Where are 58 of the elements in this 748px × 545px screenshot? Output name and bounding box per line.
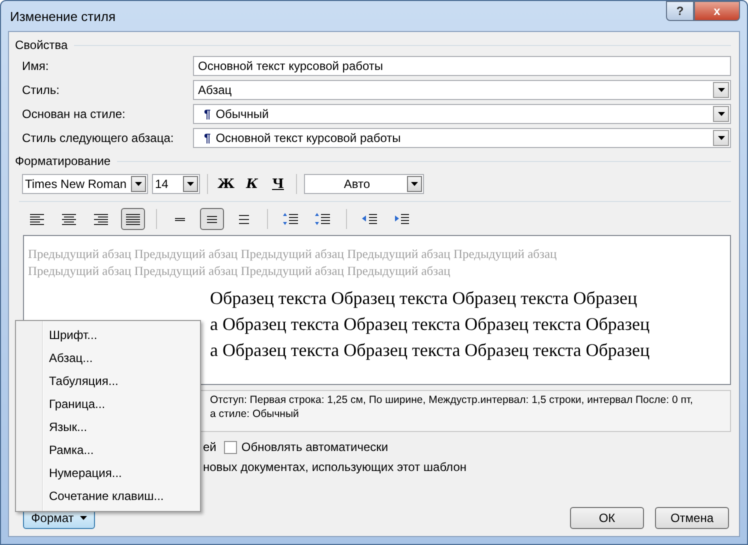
caret-icon (80, 516, 87, 520)
dropdown-arrow-icon (718, 112, 724, 116)
checkbox[interactable] (224, 440, 238, 454)
align-justify-button[interactable] (121, 208, 145, 230)
dropdown-arrow-icon (187, 182, 194, 186)
menu-item[interactable]: Сочетание клавиш... (16, 485, 200, 508)
style-dropdown[interactable]: Абзац (193, 80, 731, 100)
dropdown-arrow-icon (411, 182, 418, 186)
menu-item[interactable]: Табуляция... (16, 370, 200, 393)
align-center-icon (60, 211, 78, 227)
description-text: а стиле: Обычный (210, 407, 300, 421)
bold-button[interactable]: Ж (215, 174, 237, 194)
checkbox-label: Обновлять автоматически (241, 440, 388, 454)
italic-button[interactable]: К (241, 174, 263, 194)
option-text: ей (203, 440, 216, 454)
dropdown-arrow-icon (718, 88, 724, 92)
dropdown-arrow-icon (718, 136, 724, 140)
section-title: Форматирование (15, 154, 111, 168)
space-before-icon (282, 211, 300, 227)
field-label: Основан на стиле: (22, 107, 126, 121)
menu-item[interactable]: Граница... (16, 393, 200, 416)
underline-button[interactable]: Ч (267, 174, 289, 194)
menu-item[interactable]: Язык... (16, 416, 200, 439)
align-left-icon (28, 211, 46, 227)
dropdown-arrow-icon (135, 182, 142, 186)
menu-item[interactable]: Абзац... (16, 347, 200, 370)
description-text: Отступ: Первая строка: 1,25 см, По ширине, Междустр.интервал: 1,5 строки, интервал После: 0 пт, (210, 393, 694, 407)
field-label: Имя: (22, 59, 50, 73)
spacing-single-icon (174, 216, 186, 222)
align-right-icon (92, 211, 110, 227)
indent-increase-icon (393, 211, 411, 227)
space-after-icon (314, 211, 332, 227)
cancel-button[interactable]: Отмена (655, 507, 729, 529)
menu-item[interactable]: Нумерация... (16, 462, 200, 485)
ok-button[interactable]: ОК (570, 507, 644, 529)
menu-item[interactable]: Рамка... (16, 439, 200, 462)
sample-text: Образец текста Образец текста Образец текста Образец (210, 287, 638, 310)
pilcrow-mark: ¶ (204, 107, 211, 121)
help-button[interactable]: ? (666, 1, 694, 21)
font-dropdown[interactable]: Times New Roman (22, 174, 148, 194)
color-dropdown[interactable]: Авто (304, 174, 424, 194)
style-dropdown[interactable]: ¶ Обычный (193, 104, 731, 124)
sample-text: а Образец текста Образец текста Образец текста Образец (210, 313, 651, 336)
size-dropdown[interactable]: 14 (152, 174, 200, 194)
window-title: Изменение стиля (9, 8, 116, 24)
field-label: Стиль: (22, 83, 60, 97)
previous-paragraph-text: Предыдущий абзац Предыдущий абзац Предыдущий абзац Предыдущий абзац Предыдущий абзац Предыдущий абзац Предыдущий абзац Предыдущий абзац Предыдущий абзац (28, 246, 558, 280)
menu-item[interactable]: Шрифт... (16, 324, 200, 347)
field-label: Стиль следующего абзаца: (22, 131, 175, 145)
section-title: Свойства (15, 38, 68, 52)
indent-decrease-icon (361, 211, 379, 227)
style-dropdown[interactable]: ¶ Основной текст курсовой работы (193, 128, 731, 148)
align-justify-icon (124, 211, 142, 227)
spacing-half-button[interactable] (200, 208, 224, 230)
sample-text: а Образец текста Образец текста Образец текста Образец (210, 339, 651, 362)
pilcrow-mark: ¶ (204, 131, 211, 145)
name-field[interactable]: Основной текст курсовой работы (193, 56, 731, 76)
option-text: новых документах, использующих этот шаблон (203, 460, 466, 474)
